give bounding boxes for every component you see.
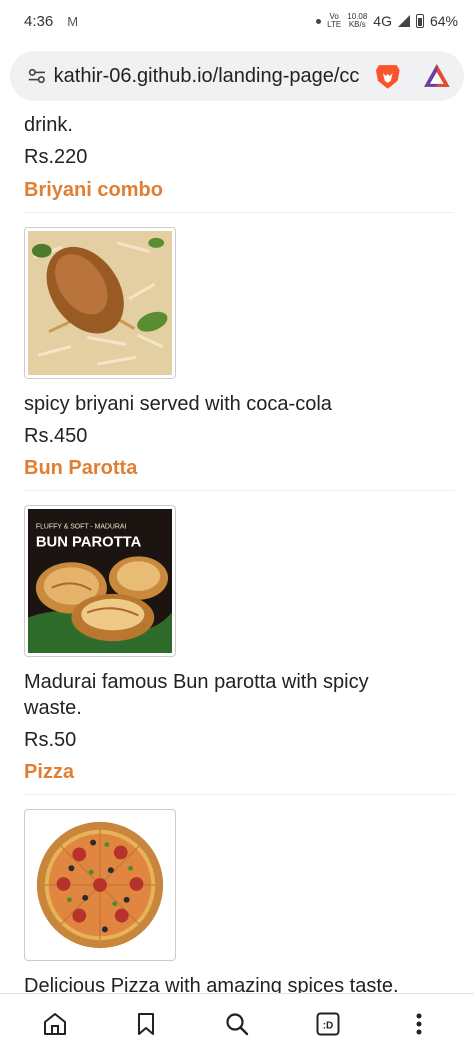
item-price: Rs.50 <box>24 729 77 751</box>
item-price: Rs.220 <box>24 146 88 168</box>
item-description: spicy briyani served with coca-cola <box>24 393 332 415</box>
image-caption-big: BUN PAROTTA <box>36 534 142 550</box>
item-description-line: Madurai famous Bun parotta with spicy <box>24 671 369 693</box>
address-bar[interactable]: kathir-06.github.io/landing-page/cc <box>10 51 464 101</box>
notification-dot-icon <box>316 18 322 24</box>
divider <box>24 794 454 795</box>
speed-unit: KB/s <box>348 20 366 29</box>
tune-icon[interactable] <box>26 65 48 87</box>
tabs-button[interactable]: :D <box>304 1000 352 1048</box>
brave-lion-icon[interactable] <box>373 61 403 91</box>
bookmark-icon <box>138 1012 155 1035</box>
url-text[interactable]: kathir-06.github.io/landing-page/cc <box>54 65 359 88</box>
network-type: 4G <box>373 13 392 29</box>
signal-icon <box>397 15 410 27</box>
gmail-notification-icon: M <box>67 13 79 29</box>
item-title-pizza: Pizza <box>24 761 75 783</box>
volte-bottom: LTE <box>327 20 342 29</box>
volte-icon: Vo LTE <box>327 13 341 29</box>
battery-percent: 64% <box>429 13 458 29</box>
status-indicators: Vo LTE 10.08 KB/s 4G 64% <box>316 13 458 29</box>
menu-content: drink. Rs.220 Briyani combo spicy briyan… <box>24 108 454 999</box>
network-speed: 10.08 KB/s <box>347 13 367 29</box>
tabs-icon: :D <box>316 1012 340 1035</box>
status-bar: 4:36 M Vo LTE 10.08 KB/s 4G 64% <box>0 0 474 42</box>
item-title-briyani-combo: Briyani combo <box>24 179 163 201</box>
divider <box>24 490 454 491</box>
divider <box>24 212 454 213</box>
bun-parotta-image: FLUFFY & SOFT - MADURAI BUN PAROTTA <box>24 505 176 657</box>
search-button[interactable] <box>213 1000 261 1048</box>
pizza-image <box>24 809 176 961</box>
status-time: 4:36 <box>24 12 54 30</box>
tabs-count: :D <box>323 1020 334 1031</box>
search-icon <box>226 1012 249 1035</box>
home-button[interactable] <box>31 1000 79 1048</box>
brave-rewards-icon[interactable] <box>422 61 452 91</box>
item-description: drink. <box>24 114 73 136</box>
more-menu-button[interactable] <box>395 1000 443 1048</box>
bookmark-button[interactable] <box>122 1000 170 1048</box>
item-description-line: waste. <box>24 697 82 719</box>
bottom-toolbar: :D <box>0 993 474 1053</box>
item-title-bun-parotta: Bun Parotta <box>24 457 138 479</box>
home-icon <box>44 1012 67 1035</box>
item-price: Rs.450 <box>24 425 88 447</box>
briyani-image <box>24 227 176 379</box>
more-icon <box>416 1013 422 1034</box>
item-description: Madurai famous Bun parotta with spicy wa… <box>24 669 454 721</box>
battery-icon <box>415 14 424 28</box>
image-caption-small: FLUFFY & SOFT - MADURAI <box>36 524 127 531</box>
